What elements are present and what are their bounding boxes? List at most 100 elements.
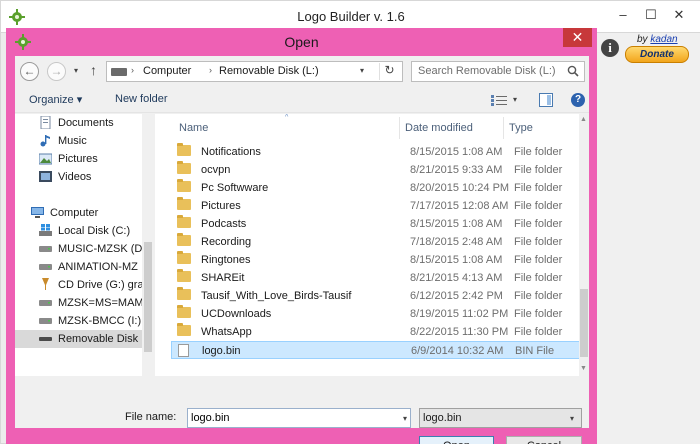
column-divider[interactable] bbox=[503, 117, 504, 139]
sort-ascending-icon: ^ bbox=[285, 114, 289, 121]
address-bar[interactable]: › Computer › Removable Disk (L:) ▾ ↻ bbox=[106, 61, 403, 82]
nav-item-mzsk-bmcc-i[interactable]: MZSK-BMCC (I:) bbox=[15, 312, 142, 330]
file-row[interactable]: Notifications 8/15/2015 1:08 AM File fol… bbox=[171, 143, 581, 161]
file-row[interactable]: ocvpn 8/21/2015 9:33 AM File folder bbox=[171, 161, 581, 179]
file-name: UCDownloads bbox=[201, 308, 272, 320]
nav-item-computer[interactable]: Computer bbox=[15, 204, 142, 222]
view-options-icon[interactable] bbox=[491, 95, 507, 106]
nav-item-label: ANIMATION-MZ bbox=[58, 261, 138, 273]
nav-item-local-disk-c[interactable]: Local Disk (C:) bbox=[15, 222, 142, 240]
drive-icon bbox=[39, 318, 52, 324]
file-name: ocvpn bbox=[201, 164, 231, 176]
file-row[interactable]: Tausif_With_Love_Birds-Tausif 6/12/2015 … bbox=[171, 287, 581, 305]
file-row[interactable]: UCDownloads 8/19/2015 11:02 PM File fold… bbox=[171, 305, 581, 323]
app-side-panel bbox=[597, 33, 700, 444]
file-type: File folder bbox=[514, 146, 563, 158]
minimize-button[interactable]: – bbox=[611, 5, 635, 25]
file-row[interactable]: SHAREit 8/21/2015 4:13 AM File folder bbox=[171, 269, 581, 287]
help-icon[interactable]: ? bbox=[571, 93, 585, 107]
refresh-button[interactable]: ↻ bbox=[379, 63, 399, 80]
chevron-right-icon[interactable]: › bbox=[131, 65, 134, 75]
nav-item-music-mzsk-d[interactable]: MUSIC-MZSK (D: bbox=[15, 240, 142, 258]
breadcrumb-computer[interactable]: Computer bbox=[143, 65, 191, 77]
nav-item-music[interactable]: Music bbox=[15, 132, 142, 150]
dialog-close-button[interactable]: ✕ bbox=[563, 28, 592, 47]
file-name: SHAREit bbox=[201, 272, 245, 284]
nav-item-animation-mz[interactable]: ANIMATION-MZ bbox=[15, 258, 142, 276]
address-dropdown-button[interactable]: ▾ bbox=[360, 66, 364, 75]
file-type: File folder bbox=[514, 290, 563, 302]
file-list-scrollbar[interactable]: ▲ ▼ bbox=[579, 114, 589, 376]
cancel-button[interactable]: Cancel bbox=[506, 436, 582, 444]
scroll-down-icon[interactable]: ▼ bbox=[580, 365, 587, 372]
file-type-filter-value: logo.bin bbox=[423, 412, 462, 424]
folder-icon bbox=[177, 179, 191, 192]
file-row[interactable]: Podcasts 8/15/2015 1:08 AM File folder bbox=[171, 215, 581, 233]
view-dropdown-button[interactable]: ▾ bbox=[513, 95, 517, 104]
nav-item-videos[interactable]: Videos bbox=[15, 168, 142, 186]
file-row[interactable]: Ringtones 8/15/2015 1:08 AM File folder bbox=[171, 251, 581, 269]
file-type: File folder bbox=[514, 308, 563, 320]
folder-icon bbox=[177, 197, 191, 210]
file-row[interactable]: Pc Softwware 8/20/2015 10:24 PM File fol… bbox=[171, 179, 581, 197]
nav-item-label: Removable Disk bbox=[58, 333, 139, 345]
scrollbar-thumb[interactable] bbox=[144, 242, 152, 352]
file-row[interactable]: WhatsApp 8/22/2015 11:30 PM File folder bbox=[171, 323, 581, 341]
file-row-selected[interactable]: logo.bin 6/9/2014 10:32 AM BIN File bbox=[171, 341, 581, 359]
column-header-name[interactable]: Name bbox=[179, 122, 208, 134]
file-icon bbox=[178, 344, 189, 357]
file-type: File folder bbox=[514, 218, 563, 230]
file-name-dropdown-button[interactable]: ▾ bbox=[403, 414, 407, 423]
breadcrumb-removable-disk[interactable]: Removable Disk (L:) bbox=[219, 65, 319, 77]
donate-button[interactable]: Donate bbox=[625, 46, 689, 63]
nav-item-label: MUSIC-MZSK (D: bbox=[58, 243, 142, 255]
chevron-down-icon[interactable]: ▾ bbox=[570, 414, 574, 423]
column-divider[interactable] bbox=[399, 117, 400, 139]
column-header-date-modified[interactable]: Date modified bbox=[405, 122, 473, 134]
info-icon[interactable]: i bbox=[601, 39, 619, 57]
organize-menu[interactable]: Organize ▾ bbox=[29, 93, 82, 106]
author-link[interactable]: kadan bbox=[650, 34, 677, 45]
folder-icon bbox=[177, 161, 191, 174]
file-date: 8/22/2015 11:30 PM bbox=[410, 326, 509, 338]
folder-icon bbox=[177, 305, 191, 318]
open-button[interactable]: Open bbox=[419, 436, 494, 444]
nav-item-mzsk-ms-mam[interactable]: MZSK=MS=MAM bbox=[15, 294, 142, 312]
folder-icon bbox=[177, 323, 191, 336]
chevron-right-icon[interactable]: › bbox=[209, 65, 212, 75]
file-date: 8/19/2015 11:02 PM bbox=[410, 308, 509, 320]
nav-item-documents[interactable]: Documents bbox=[15, 114, 142, 132]
file-name-input[interactable] bbox=[187, 408, 411, 428]
nav-item-cd-drive-g[interactable]: CD Drive (G:) gra bbox=[15, 276, 142, 294]
recent-locations-button[interactable]: ▾ bbox=[74, 66, 78, 75]
back-button[interactable]: ← bbox=[20, 62, 39, 81]
forward-button[interactable]: → bbox=[47, 62, 66, 81]
file-type: File folder bbox=[514, 254, 563, 266]
file-type-filter[interactable]: logo.bin ▾ bbox=[419, 408, 582, 428]
navigation-pane-scrollbar[interactable] bbox=[142, 114, 155, 376]
file-type: File folder bbox=[514, 164, 563, 176]
folder-icon bbox=[177, 215, 191, 228]
open-dialog: Open ✕ ← → ▾ ↑ › Computer › Removable Di… bbox=[6, 28, 597, 444]
file-name: Podcasts bbox=[201, 218, 247, 230]
scrollbar-thumb[interactable] bbox=[580, 289, 588, 357]
nav-item-removable-disk[interactable]: Removable Disk bbox=[15, 330, 142, 348]
file-type: BIN File bbox=[515, 345, 555, 357]
dialog-footer: File name: ▾ logo.bin ▾ Open Cancel bbox=[15, 376, 589, 444]
preview-pane-icon[interactable] bbox=[539, 93, 553, 107]
column-header-type[interactable]: Type bbox=[509, 122, 533, 134]
nav-item-label: CD Drive (G:) gra bbox=[58, 279, 142, 291]
search-icon[interactable] bbox=[567, 65, 579, 77]
file-type: File folder bbox=[514, 200, 563, 212]
search-input[interactable]: Search Removable Disk (L:) bbox=[411, 61, 585, 82]
nav-item-pictures[interactable]: Pictures bbox=[15, 150, 142, 168]
close-button[interactable]: ✕ bbox=[667, 5, 691, 25]
file-date: 7/17/2015 12:08 AM bbox=[410, 200, 509, 212]
pictures-icon bbox=[39, 153, 52, 165]
scroll-up-icon[interactable]: ▲ bbox=[580, 116, 587, 123]
file-row[interactable]: Recording 7/18/2015 2:48 AM File folder bbox=[171, 233, 581, 251]
file-row[interactable]: Pictures 7/17/2015 12:08 AM File folder bbox=[171, 197, 581, 215]
maximize-button[interactable]: ☐ bbox=[639, 5, 663, 25]
new-folder-button[interactable]: New folder bbox=[115, 93, 168, 105]
up-button[interactable]: ↑ bbox=[90, 62, 97, 78]
